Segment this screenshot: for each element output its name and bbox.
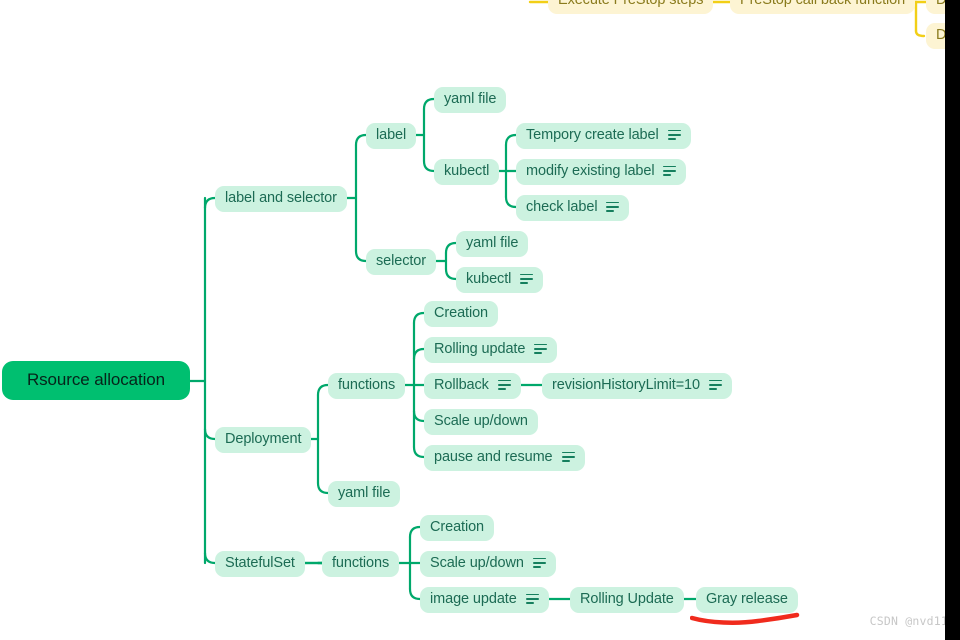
node-statefulset[interactable]: StatefulSet	[215, 551, 305, 577]
node-label: selector	[376, 253, 426, 269]
node-label: StatefulSet	[225, 555, 295, 571]
note-lines-icon	[663, 165, 677, 177]
node-label: Creation	[430, 519, 485, 535]
mindmap-canvas: Execute PreStop steps PreStop call back …	[0, 0, 960, 640]
node-check-label[interactable]: check label	[516, 195, 630, 221]
node-label-kubectl[interactable]: kubectl	[434, 159, 500, 185]
node-deployment-yaml-file[interactable]: yaml file	[328, 481, 401, 507]
node-statefulset-functions[interactable]: functions	[322, 551, 400, 577]
node-label: Rolling update	[434, 341, 526, 357]
node-label: yaml file	[466, 235, 519, 251]
node-label: Rolling Update	[580, 591, 674, 607]
node-label: functions	[332, 555, 390, 571]
node-tempory-create-label[interactable]: Tempory create label	[516, 123, 691, 149]
node-label: yaml file	[338, 485, 391, 501]
node-revision-history-limit[interactable]: revisionHistoryLimit=10	[542, 373, 732, 399]
note-lines-icon	[534, 343, 548, 355]
node-label: modify existing label	[526, 163, 655, 179]
node-label[interactable]: label	[366, 123, 417, 149]
cutoff-node-prestop-call-back-function[interactable]: PreStop call back function	[730, 0, 916, 14]
node-label: label and selector	[225, 190, 337, 206]
note-lines-icon	[667, 129, 681, 141]
right-edge-black-strip	[945, 0, 960, 640]
node-rolling-update-statefulset[interactable]: Rolling Update	[570, 587, 684, 613]
note-lines-icon	[709, 379, 722, 391]
node-label: functions	[338, 377, 396, 393]
node-deployment-creation[interactable]: Creation	[424, 301, 499, 327]
note-lines-icon	[520, 273, 534, 285]
node-label: Gray release	[706, 591, 788, 607]
node-label: label	[376, 127, 407, 143]
node-deployment-functions[interactable]: functions	[328, 373, 406, 399]
node-deployment[interactable]: Deployment	[215, 427, 312, 453]
node-label: kubectl	[466, 271, 512, 287]
note-lines-icon	[532, 557, 546, 569]
node-statefulset-scale-up-down[interactable]: Scale up/down	[420, 551, 556, 577]
note-lines-icon	[497, 379, 511, 391]
node-label: Creation	[434, 305, 489, 321]
node-label: image update	[430, 591, 517, 607]
node-label: revisionHistoryLimit=10	[552, 377, 700, 393]
cutoff-node-execute-prestop-steps[interactable]: Execute PreStop steps	[548, 0, 714, 14]
node-label: kubectl	[444, 163, 490, 179]
node-label: Deployment	[225, 431, 302, 447]
note-lines-icon	[525, 593, 539, 605]
node-label: check label	[526, 199, 598, 215]
node-image-update[interactable]: image update	[420, 587, 549, 613]
note-lines-icon	[606, 201, 620, 213]
node-label-and-selector[interactable]: label and selector	[215, 186, 347, 212]
node-statefulset-creation[interactable]: Creation	[420, 515, 495, 541]
watermark: CSDN @nvd11	[869, 614, 948, 628]
root-node[interactable]: Rsource allocation	[2, 361, 190, 400]
node-selector-kubectl[interactable]: kubectl	[456, 267, 544, 293]
node-label: Tempory create label	[526, 127, 659, 143]
node-rolling-update[interactable]: Rolling update	[424, 337, 558, 363]
red-underline-annotation	[690, 612, 800, 625]
note-lines-icon	[561, 451, 575, 463]
node-label: Scale up/down	[430, 555, 524, 571]
node-label: Scale up/down	[434, 413, 528, 429]
node-rollback[interactable]: Rollback	[424, 373, 521, 399]
node-label: pause and resume	[434, 449, 553, 465]
node-label: PreStop call back function	[740, 0, 906, 8]
node-deployment-scale-up-down[interactable]: Scale up/down	[424, 409, 538, 435]
node-label: Rollback	[434, 377, 489, 393]
root-node-label: Rsource allocation	[26, 370, 166, 389]
node-pause-and-resume[interactable]: pause and resume	[424, 445, 585, 471]
node-modify-existing-label[interactable]: modify existing label	[516, 159, 687, 185]
node-selector[interactable]: selector	[366, 249, 436, 275]
node-label-yaml-file[interactable]: yaml file	[434, 87, 507, 113]
node-gray-release[interactable]: Gray release	[696, 587, 798, 613]
node-label: yaml file	[444, 91, 497, 107]
node-selector-yaml-file[interactable]: yaml file	[456, 231, 529, 257]
node-label: Execute PreStop steps	[558, 0, 704, 8]
